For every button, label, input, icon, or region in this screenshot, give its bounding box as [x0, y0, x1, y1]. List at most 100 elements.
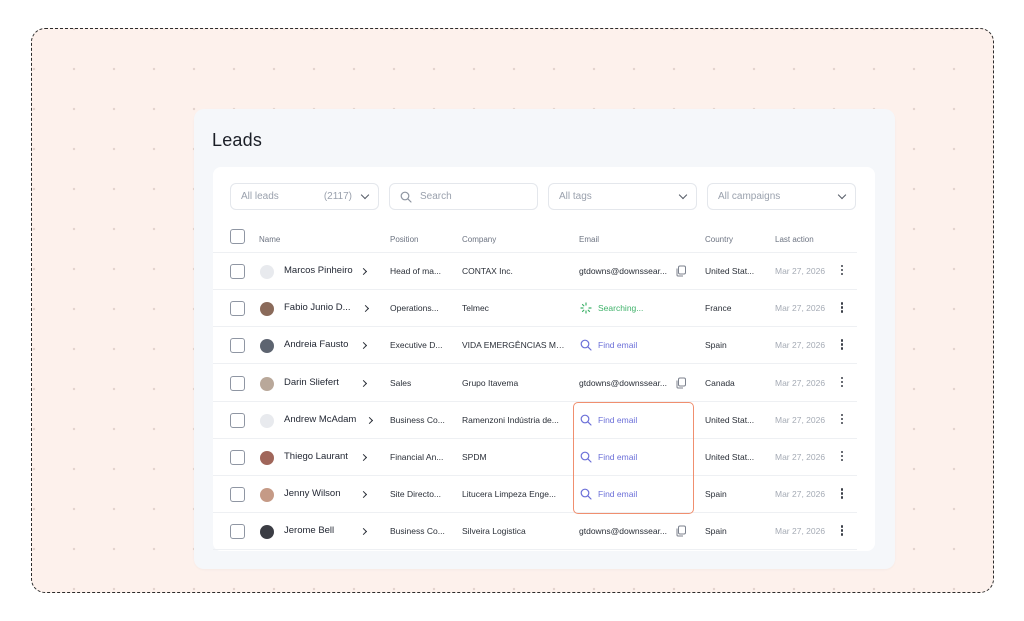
last-action-date: Mar 27, 2026 [775, 489, 826, 500]
chevron-right-icon[interactable] [365, 416, 374, 424]
all-tags-dropdown[interactable]: All tags [548, 183, 697, 210]
lead-name[interactable]: Fabio Junio D... [284, 302, 351, 313]
copy-icon[interactable] [675, 377, 687, 389]
row-checkbox[interactable] [230, 487, 245, 503]
lead-name[interactable]: Jenny Wilson [284, 488, 341, 499]
kebab-menu-icon[interactable] [841, 488, 844, 500]
all-campaigns-label: All campaigns [718, 191, 781, 202]
email-value: gtdowns@downssear... [579, 377, 668, 388]
table-row[interactable]: Andrew McAdam Business Co... Ramenzoni Ind… [213, 402, 857, 439]
row-checkbox[interactable] [230, 301, 245, 317]
lead-country: France [705, 303, 732, 314]
table-row[interactable]: Andreia Fausto Executive D... VIDA EMERGÊN… [213, 327, 857, 365]
avatar [260, 302, 274, 317]
search-input[interactable]: Search [389, 183, 538, 210]
kebab-menu-icon[interactable] [841, 413, 844, 426]
table-row[interactable]: Jerome Bell Business Co... Silveira Logist… [213, 513, 857, 551]
avatar [260, 488, 274, 503]
lead-position: Head of ma... [390, 266, 442, 276]
chevron-right-icon[interactable] [359, 342, 368, 350]
lead-company: Grupo Itavema [462, 377, 519, 388]
all-leads-dropdown[interactable]: All leads (2117) [230, 183, 379, 210]
email-value: gtdowns@downssear... [579, 526, 668, 537]
lead-company: CONTAX Inc. [462, 266, 513, 276]
chevron-right-icon[interactable] [359, 453, 368, 462]
row-checkbox[interactable] [230, 524, 245, 540]
table-header: Name Position Company Email Country Last… [213, 226, 857, 253]
select-all-checkbox[interactable] [230, 229, 245, 244]
all-campaigns-dropdown[interactable]: All campaigns [707, 183, 856, 210]
chevron-down-icon [678, 190, 688, 200]
search-placeholder: Search [420, 191, 452, 202]
lead-name[interactable]: Andreia Fausto [284, 339, 348, 350]
kebab-menu-icon[interactable] [841, 339, 844, 351]
column-position: Position [390, 235, 419, 244]
lead-position: Business Co... [390, 414, 445, 425]
table-row[interactable]: Marcos Pinheiro Head of ma... CONTAX Inc. g… [213, 253, 857, 290]
lead-company: Silveira Logistica [462, 526, 526, 537]
lead-name[interactable]: Thiego Laurant [284, 451, 348, 462]
lead-name[interactable]: Andrew McAdam [284, 414, 356, 425]
row-checkbox[interactable] [230, 412, 245, 428]
copy-icon[interactable] [675, 525, 687, 537]
lead-company: Telmec [462, 303, 489, 314]
lead-company: SPDM [462, 452, 487, 462]
email-value: gtdowns@downssear... [579, 266, 668, 276]
chevron-down-icon [360, 190, 370, 200]
row-checkbox[interactable] [230, 264, 245, 279]
chevron-right-icon[interactable] [361, 305, 370, 313]
page-title: Leads [212, 130, 263, 150]
column-email: Email [579, 235, 600, 244]
find-email-label: Find email [598, 340, 638, 351]
row-checkbox[interactable] [230, 338, 245, 354]
chevron-down-icon [837, 190, 847, 200]
lead-country: Spain [705, 340, 727, 351]
searching-status: Searching... [598, 303, 644, 314]
lead-company: Ramenzoni Indústria de... [462, 414, 559, 425]
copy-icon[interactable] [675, 265, 687, 277]
kebab-menu-icon[interactable] [841, 265, 844, 277]
lead-position: Sales [390, 377, 412, 388]
last-action-date: Mar 27, 2026 [775, 340, 826, 351]
kebab-menu-icon[interactable] [841, 302, 844, 314]
avatar [260, 339, 274, 354]
lead-country: United Stat... [705, 414, 755, 425]
avatar [260, 413, 274, 428]
table-row[interactable]: Thiego Laurant Financial An... SPDM Find em… [213, 439, 857, 476]
chevron-right-icon[interactable] [359, 491, 368, 499]
last-action-date: Mar 27, 2026 [775, 266, 826, 276]
row-checkbox[interactable] [230, 375, 245, 391]
lead-name[interactable]: Jerome Bell [284, 525, 334, 536]
all-leads-label: All leads [241, 191, 279, 202]
canvas-frame: Leads All leads (2117) Search All tags A [31, 28, 994, 593]
kebab-menu-icon[interactable] [841, 376, 844, 389]
lead-name[interactable]: Darin Sliefert [284, 377, 339, 388]
last-action-date: Mar 27, 2026 [775, 526, 826, 537]
chevron-right-icon[interactable] [359, 379, 368, 387]
lead-position: Site Directo... [390, 489, 442, 500]
column-name: Name [259, 235, 281, 244]
column-company: Company [462, 235, 497, 244]
lead-name[interactable]: Marcos Pinheiro [284, 265, 353, 276]
last-action-date: Mar 27, 2026 [775, 414, 826, 425]
lead-country: Spain [705, 526, 727, 537]
lead-position: Operations... [390, 303, 439, 314]
table-row[interactable]: Fabio Junio D... Operations... Telmec Searc… [213, 290, 857, 328]
kebab-menu-icon[interactable] [841, 451, 844, 463]
chevron-right-icon[interactable] [359, 267, 368, 276]
leads-panel: All leads (2117) Search All tags All cam… [213, 167, 875, 551]
lead-country: Canada [705, 377, 735, 388]
row-checkbox[interactable] [230, 450, 245, 465]
chevron-right-icon[interactable] [359, 528, 368, 536]
table-row[interactable]: Darin Sliefert Sales Grupo Itavema gtdowns@… [213, 365, 857, 402]
find-email-button[interactable]: Find email [579, 335, 689, 356]
column-country: Country [705, 235, 734, 244]
leads-count: (2117) [323, 191, 352, 202]
search-icon [400, 191, 412, 203]
kebab-menu-icon[interactable] [841, 525, 844, 537]
last-action-date: Mar 27, 2026 [775, 377, 826, 388]
search-icon [580, 339, 592, 351]
avatar [260, 376, 274, 391]
find-email-highlight [573, 402, 694, 514]
table-row[interactable]: Jenny Wilson Site Directo... Litucera Limp… [213, 476, 857, 514]
